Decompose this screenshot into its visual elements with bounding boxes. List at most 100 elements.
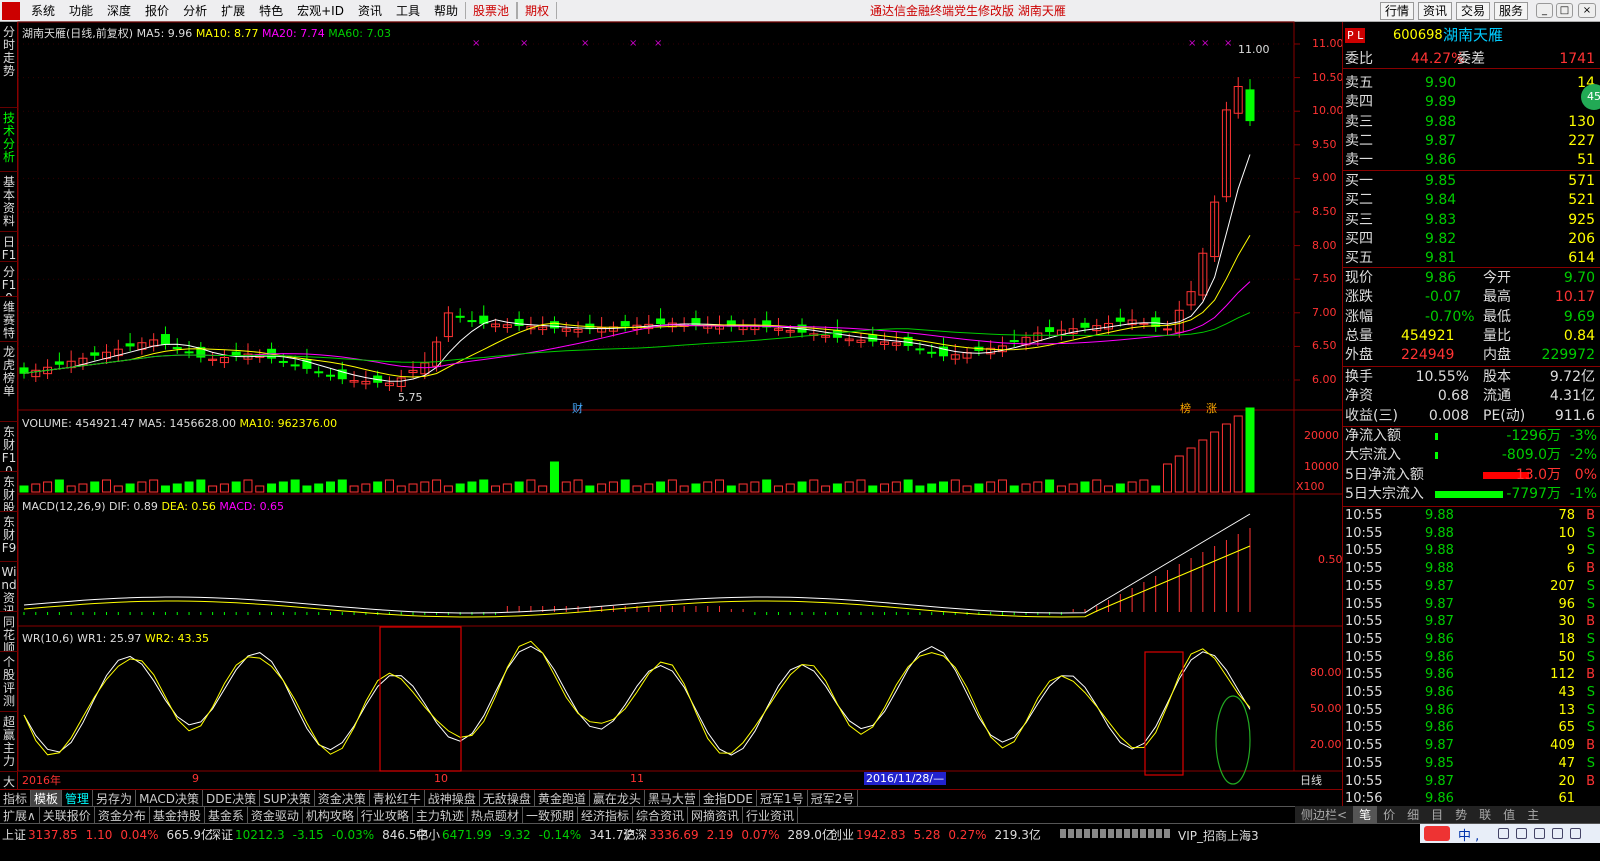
- template-tab-7[interactable]: 资金决策: [315, 789, 370, 807]
- template-tab-2[interactable]: 管理: [62, 789, 94, 807]
- gear-icon[interactable]: [1534, 828, 1545, 839]
- index-item[interactable]: 沪深 3336.69 2.19 0.07% 289.0亿: [623, 826, 834, 842]
- extension-tab-6[interactable]: 机构攻略: [303, 806, 358, 824]
- extension-tab-2[interactable]: 资金分布: [95, 806, 150, 824]
- wr2-line: [23, 640, 1251, 756]
- template-tab-1[interactable]: 模板: [31, 789, 63, 807]
- market-button[interactable]: 行情: [1380, 2, 1415, 20]
- pl-badge[interactable]: P L: [1345, 28, 1366, 43]
- volume-bar: [1233, 415, 1243, 493]
- extension-tab-9[interactable]: 热点题材: [468, 806, 523, 824]
- ask-row[interactable]: 卖三 9.88 130: [1343, 113, 1600, 132]
- candle-body: [278, 360, 288, 363]
- ask-row[interactable]: 卖一 9.86 51: [1343, 151, 1600, 170]
- ask-row[interactable]: 卖二 9.87 227: [1343, 132, 1600, 151]
- extension-tab-4[interactable]: 基金系: [205, 806, 248, 824]
- volume-bar: [950, 479, 960, 493]
- side-tab-6[interactable]: 联: [1473, 806, 1497, 823]
- volume-bar: [891, 481, 901, 493]
- ask-row[interactable]: 卖五 9.90 14: [1343, 74, 1600, 93]
- tick-row: 10:55 9.87 207 S: [1345, 578, 1595, 594]
- template-tab-10[interactable]: 无敌操盘: [480, 789, 535, 807]
- trade-button[interactable]: 交易: [1456, 2, 1491, 20]
- side-tab-4[interactable]: 目: [1425, 806, 1449, 823]
- volume-bar: [231, 481, 241, 493]
- candle-body: [1245, 89, 1255, 122]
- template-tab-13[interactable]: 黑马大营: [645, 789, 700, 807]
- side-tab-8[interactable]: 主: [1521, 806, 1545, 823]
- template-tab-15[interactable]: 冠军1号: [757, 789, 808, 807]
- bid-row[interactable]: 买三 9.83 925: [1343, 211, 1600, 230]
- index-item[interactable]: 深证 10212.3 -3.15 -0.03% 846.5亿: [209, 826, 429, 842]
- template-tab-14[interactable]: 金指DDE: [700, 789, 757, 807]
- extension-tab-13[interactable]: 网摘资讯: [688, 806, 743, 824]
- extension-tab-11[interactable]: 经济指标: [578, 806, 633, 824]
- template-tab-8[interactable]: 青松红牛: [370, 789, 425, 807]
- template-tab-11[interactable]: 黄金跑道: [535, 789, 590, 807]
- index-item[interactable]: 中小 6471.99 -9.32 -0.14% 341.7亿: [416, 826, 636, 842]
- template-tab-5[interactable]: DDE决策: [203, 789, 261, 807]
- extension-tab-7[interactable]: 行业攻略: [358, 806, 413, 824]
- extension-tab-3[interactable]: 基金持股: [150, 806, 205, 824]
- ma5-line: [23, 154, 1251, 382]
- volume-bar: [455, 483, 465, 493]
- template-tab-3[interactable]: 另存为: [93, 789, 137, 807]
- ask-row[interactable]: 卖四9.895: [1343, 93, 1600, 112]
- volume-bar: [832, 483, 842, 493]
- tick-row: 10:55 9.87 96 S: [1345, 596, 1595, 612]
- extension-tab-5[interactable]: 资金驱动: [248, 806, 303, 824]
- keyboard-icon[interactable]: [1516, 828, 1527, 839]
- minimize-icon[interactable]: _: [1536, 3, 1553, 18]
- template-tab-0[interactable]: 指标: [0, 789, 32, 807]
- index-item[interactable]: 创业 1942.83 5.28 0.27% 219.3亿: [830, 826, 1041, 842]
- template-tab-9[interactable]: 战神操盘: [425, 789, 480, 807]
- volume-bar: [585, 485, 595, 493]
- side-tab-5[interactable]: 势: [1449, 806, 1473, 823]
- high-annotation: 11.00: [1238, 43, 1270, 56]
- dif-line: [23, 513, 1251, 614]
- template-tab-16[interactable]: 冠军2号: [808, 789, 859, 807]
- template-tab-12[interactable]: 赢在龙头: [590, 789, 645, 807]
- side-tab-3[interactable]: 细: [1401, 806, 1425, 823]
- bid-row[interactable]: 买五 9.81 614: [1343, 249, 1600, 268]
- volume-bar: [113, 485, 123, 493]
- extension-tab-12[interactable]: 综合资讯: [633, 806, 688, 824]
- ime-label[interactable]: 中 ,: [1458, 825, 1479, 844]
- side-tab-2[interactable]: 价: [1377, 806, 1401, 823]
- service-button[interactable]: 服务: [1494, 2, 1529, 20]
- side-tab-1[interactable]: 笔: [1353, 806, 1378, 823]
- volume-bar: [1221, 423, 1231, 493]
- floating-badge[interactable]: 45: [1581, 84, 1600, 110]
- extension-tab-14[interactable]: 行业资讯: [743, 806, 799, 824]
- volume-bar: [1021, 483, 1031, 493]
- extension-tab-8[interactable]: 主力轨迹: [413, 806, 468, 824]
- shirt-icon[interactable]: [1552, 828, 1563, 839]
- bid-row[interactable]: 买二 9.84 521: [1343, 191, 1600, 210]
- signal-marker: ×: [1224, 38, 1232, 49]
- side-tab-7[interactable]: 值: [1497, 806, 1521, 823]
- price-tick: 8.00: [1312, 238, 1337, 252]
- volume-bar: [78, 483, 88, 493]
- extension-tab-10[interactable]: 一致预期: [523, 806, 578, 824]
- extension-tab-1[interactable]: 关联报价: [40, 806, 95, 824]
- volume-bar: [502, 483, 512, 493]
- template-tab-6[interactable]: SUP决策: [260, 789, 315, 807]
- candle-body: [620, 321, 630, 327]
- bid-row[interactable]: 买一 9.85 571: [1343, 172, 1600, 191]
- maximize-icon[interactable]: □: [1556, 3, 1573, 18]
- mic-icon[interactable]: [1498, 828, 1509, 839]
- close-icon[interactable]: ×: [1578, 3, 1596, 18]
- volume-bar: [267, 483, 277, 493]
- side-tab-0[interactable]: 侧边栏<: [1295, 806, 1353, 823]
- period-label[interactable]: 日线: [1300, 772, 1322, 788]
- extension-tab-0[interactable]: 扩展∧: [0, 806, 40, 824]
- volume-bar: [1174, 455, 1184, 493]
- kline-chart[interactable]: × × × × × × × ×: [0, 0, 1342, 789]
- tick-row: 10:55 9.88 78 B: [1345, 508, 1595, 523]
- grid-icon[interactable]: [1570, 828, 1581, 839]
- template-tab-4[interactable]: MACD决策: [136, 789, 204, 807]
- bid-row[interactable]: 买四 9.82 206: [1343, 230, 1600, 249]
- news-button[interactable]: 资讯: [1418, 2, 1453, 20]
- input-method-icon[interactable]: [1424, 826, 1450, 841]
- index-item[interactable]: 上证 3137.85 1.10 0.04% 665.9亿: [2, 826, 213, 842]
